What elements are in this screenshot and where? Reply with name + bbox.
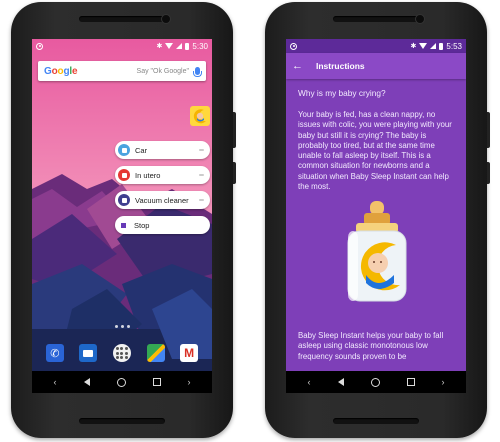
back-icon[interactable] xyxy=(337,378,344,386)
baby-sleep-app-icon[interactable] xyxy=(190,106,210,126)
status-time: 5:30 xyxy=(192,41,208,51)
page-indicator xyxy=(32,325,212,328)
instructions-screen: ✱ 5:53 ← Instructions Why is my baby cry… xyxy=(286,39,466,393)
shortcut-label: Stop xyxy=(134,220,150,230)
drag-handle-icon[interactable] xyxy=(199,174,204,176)
recents-icon[interactable] xyxy=(152,378,161,386)
home-screen: ✱ 5:30 Google Say "Ok Google" Car In ute… xyxy=(32,39,212,393)
messages-icon[interactable] xyxy=(79,344,98,362)
shortcut-in-utero[interactable]: In utero xyxy=(115,166,210,184)
status-bar: ✱ 5:53 xyxy=(286,39,466,53)
drag-handle-icon[interactable] xyxy=(199,149,204,151)
instructions-content: Why is my baby crying? Your baby is fed,… xyxy=(298,88,458,192)
signal-icon xyxy=(176,43,183,49)
drag-handle-icon[interactable] xyxy=(199,199,204,201)
paragraph: Your baby is fed, has a clean nappy, no … xyxy=(298,110,452,192)
app-dock xyxy=(32,339,212,367)
back-icon[interactable] xyxy=(83,378,90,386)
navigation-bar: ‹ › xyxy=(286,371,466,393)
bluetooth-icon: ✱ xyxy=(410,42,417,50)
bluetooth-icon: ✱ xyxy=(156,42,163,50)
back-arrow-icon[interactable]: ← xyxy=(292,60,306,72)
stop-icon xyxy=(121,222,126,228)
question-heading: Why is my baby crying? xyxy=(298,88,386,98)
search-hint: Say "Ok Google" xyxy=(136,67,189,75)
left-phone: ✱ 5:30 Google Say "Ok Google" Car In ute… xyxy=(11,2,236,438)
chevron-left-icon[interactable]: ‹ xyxy=(308,377,311,387)
bottom-speaker xyxy=(79,418,165,424)
shortcut-car[interactable]: Car xyxy=(115,141,210,159)
app-drawer-icon[interactable] xyxy=(112,344,131,362)
baby-bottle-illustration xyxy=(347,201,407,302)
phone-icon[interactable] xyxy=(45,344,64,362)
paragraph: Baby Sleep Instant helps your baby to fa… xyxy=(298,331,444,361)
status-time: 5:53 xyxy=(446,41,462,51)
shortcut-stop[interactable]: Stop xyxy=(115,216,210,234)
right-phone: ✱ 5:53 ← Instructions Why is my baby cry… xyxy=(265,2,490,438)
front-camera xyxy=(161,14,171,24)
home-icon[interactable] xyxy=(116,377,126,387)
wifi-icon xyxy=(165,43,174,49)
recents-icon[interactable] xyxy=(406,378,415,386)
maps-icon[interactable] xyxy=(146,344,165,362)
volume-button xyxy=(233,162,236,184)
chevron-left-icon[interactable]: ‹ xyxy=(54,377,57,387)
google-search-bar[interactable]: Google Say "Ok Google" xyxy=(38,61,206,81)
screenshot-stage: ✱ 5:30 Google Say "Ok Google" Car In ute… xyxy=(0,0,500,442)
womb-icon xyxy=(118,169,130,181)
gmail-icon[interactable] xyxy=(180,344,199,362)
chevron-right-icon[interactable]: › xyxy=(188,377,191,387)
notification-icon xyxy=(36,42,43,50)
wifi-icon xyxy=(419,43,428,49)
shortcut-vacuum-cleaner[interactable]: Vacuum cleaner xyxy=(115,191,210,209)
app-toolbar: ← Instructions xyxy=(286,53,466,79)
shortcut-label: Vacuum cleaner xyxy=(135,195,189,205)
earpiece-speaker xyxy=(333,16,419,22)
car-icon xyxy=(118,144,130,156)
earpiece-speaker xyxy=(79,16,165,22)
battery-icon xyxy=(439,42,444,50)
home-icon[interactable] xyxy=(370,377,380,387)
toolbar-title: Instructions xyxy=(316,61,365,71)
shortcut-label: Car xyxy=(135,145,148,155)
power-button xyxy=(487,112,490,148)
bottom-speaker xyxy=(333,418,419,424)
status-bar: ✱ 5:30 xyxy=(32,39,212,53)
shortcut-label: In utero xyxy=(135,170,161,180)
battery-icon xyxy=(185,42,190,50)
google-logo: Google xyxy=(44,65,78,77)
chevron-right-icon[interactable]: › xyxy=(442,377,445,387)
mic-icon[interactable] xyxy=(193,67,202,77)
navigation-bar: ‹ › xyxy=(32,371,212,393)
vacuum-icon xyxy=(118,194,130,206)
front-camera xyxy=(415,14,425,24)
volume-button xyxy=(487,162,490,184)
notification-icon xyxy=(290,42,297,50)
power-button xyxy=(233,112,236,148)
signal-icon xyxy=(430,43,437,49)
app-shortcuts-menu: Car In utero Vacuum cleaner Stop xyxy=(115,141,210,241)
